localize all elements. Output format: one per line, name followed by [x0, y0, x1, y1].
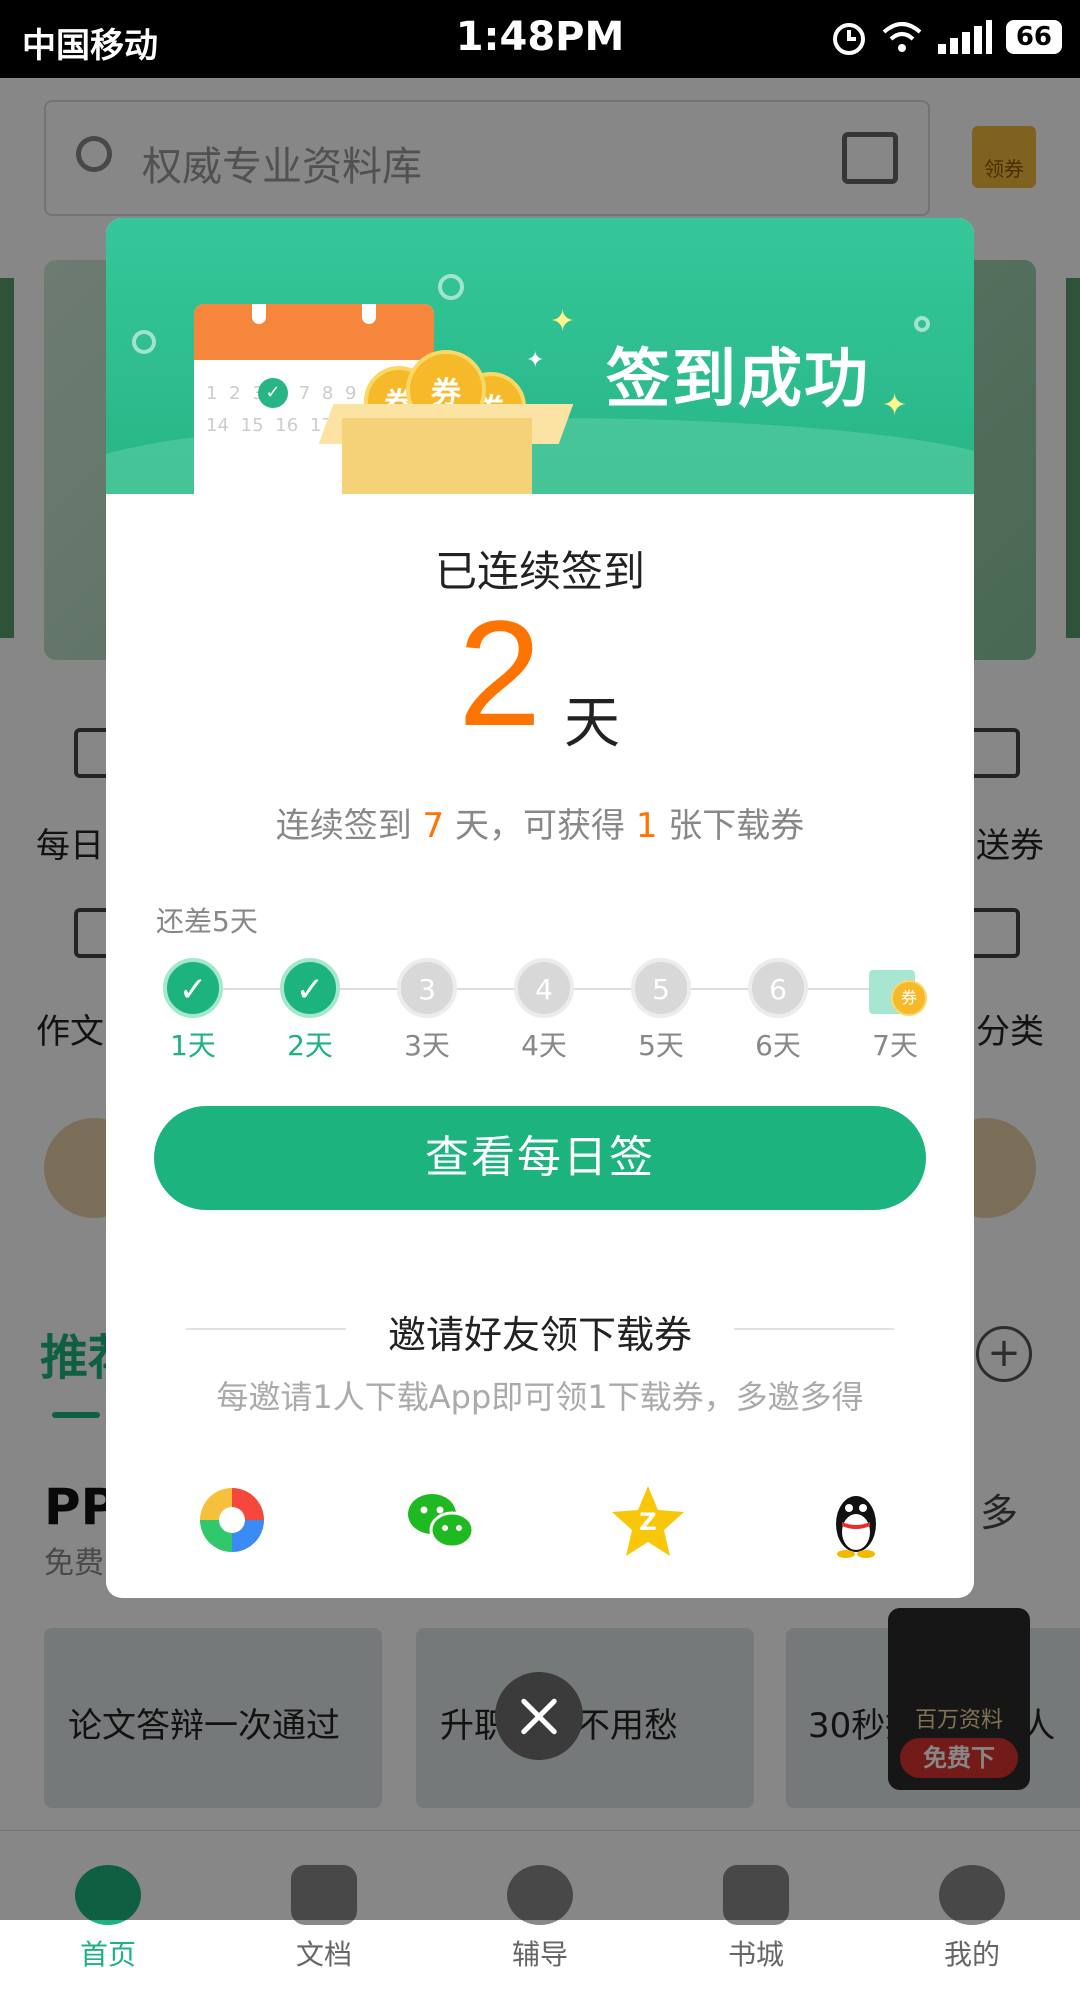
day-4: 4 4天 [504, 958, 584, 1064]
day-label: 7天 [872, 1029, 918, 1062]
streak-unit: 天 [564, 691, 620, 756]
day-label: 5天 [638, 1029, 684, 1062]
invite-title: 邀请好友领下载券 [387, 1313, 692, 1357]
day-1: ✓ 1天 [153, 958, 233, 1064]
day-number: 4 [514, 958, 574, 1018]
decor-ring [914, 316, 930, 332]
wifi-icon [882, 22, 922, 52]
days-remaining: 还差5天 [156, 905, 258, 938]
calendar-check-icon: ✓ [258, 378, 288, 408]
invite-header: 邀请好友领下载券 [186, 1298, 894, 1358]
checkin-success-dialog: 1 2 3 4 7 8 9 10 11 14 15 16 17 ✓ 券 券 券 … [106, 218, 974, 1598]
tab-label: 辅导 [511, 1938, 568, 1971]
tab-label: 首页 [79, 1938, 136, 1971]
tab-label: 书城 [727, 1938, 784, 1971]
day-label: 2天 [287, 1029, 333, 1062]
moments-icon [200, 1488, 264, 1552]
share-wechat-button[interactable] [400, 1480, 480, 1560]
coupon-coin-icon: 券 [891, 980, 927, 1016]
day-2: ✓ 2天 [270, 958, 350, 1064]
svg-text:Z: Z [639, 1508, 656, 1536]
streak-count: 2 [458, 589, 542, 757]
share-qzone-button[interactable]: Z [608, 1480, 688, 1560]
dialog-title: 签到成功 [606, 343, 870, 417]
status-icons: 66 [830, 18, 1062, 56]
day-label: 4天 [521, 1029, 567, 1062]
dialog-header: 1 2 3 4 7 8 9 10 11 14 15 16 17 ✓ 券 券 券 … [106, 218, 974, 494]
calendar-ring [252, 304, 266, 324]
view-daily-sign-button[interactable]: 查看每日签 [154, 1106, 926, 1210]
reward-middle: 天，可获得 [444, 806, 636, 846]
reward-prefix: 连续签到 [275, 806, 423, 846]
reward-days: 7 [422, 806, 445, 846]
day-number: 3 [397, 958, 457, 1018]
share-qq-button[interactable] [816, 1480, 896, 1560]
day-number: 6 [748, 958, 808, 1018]
sparkle-icon: ✦ [550, 304, 576, 339]
reward-description: 连续签到 7 天，可获得 1 张下载券 [106, 798, 974, 847]
gift-box [342, 418, 532, 494]
close-dialog-button[interactable] [495, 1672, 583, 1760]
sparkle-icon: ✦ [882, 388, 908, 423]
signal-icon [937, 20, 992, 54]
day-5: 5 5天 [621, 958, 701, 1064]
gift-icon: 券 [865, 958, 927, 1018]
wechat-icon [408, 1494, 475, 1549]
battery-icon: 66 [1005, 20, 1062, 54]
check-icon: ✓ [163, 958, 223, 1018]
calendar-ring [362, 304, 376, 324]
decor-ring [438, 274, 464, 300]
tab-label: 文档 [295, 1938, 352, 1971]
day-label: 6天 [755, 1029, 801, 1062]
reward-count: 1 [635, 806, 658, 846]
reward-suffix: 张下载券 [657, 806, 805, 846]
calendar-top [194, 304, 434, 360]
day-7: 券 7天 [855, 958, 935, 1064]
day-3: 3 3天 [387, 958, 467, 1064]
day-label: 3天 [404, 1029, 450, 1062]
qq-icon [836, 1496, 876, 1558]
decor-ring [132, 330, 156, 354]
invite-description: 每邀请1人下载App即可领1下载券，多邀多得 [216, 1378, 864, 1416]
qzone-icon: Z [612, 1486, 684, 1556]
status-bar: 中国移动 1:48PM 66 [0, 0, 1080, 78]
check-icon: ✓ [280, 958, 340, 1018]
day-6: 6 6天 [738, 958, 818, 1064]
sparkle-icon: ✦ [526, 348, 545, 373]
day-label: 1天 [170, 1029, 216, 1062]
alarm-icon [832, 23, 865, 55]
day-number: 5 [631, 958, 691, 1018]
tab-label: 我的 [943, 1938, 1000, 1971]
share-moments-button[interactable] [192, 1480, 272, 1560]
